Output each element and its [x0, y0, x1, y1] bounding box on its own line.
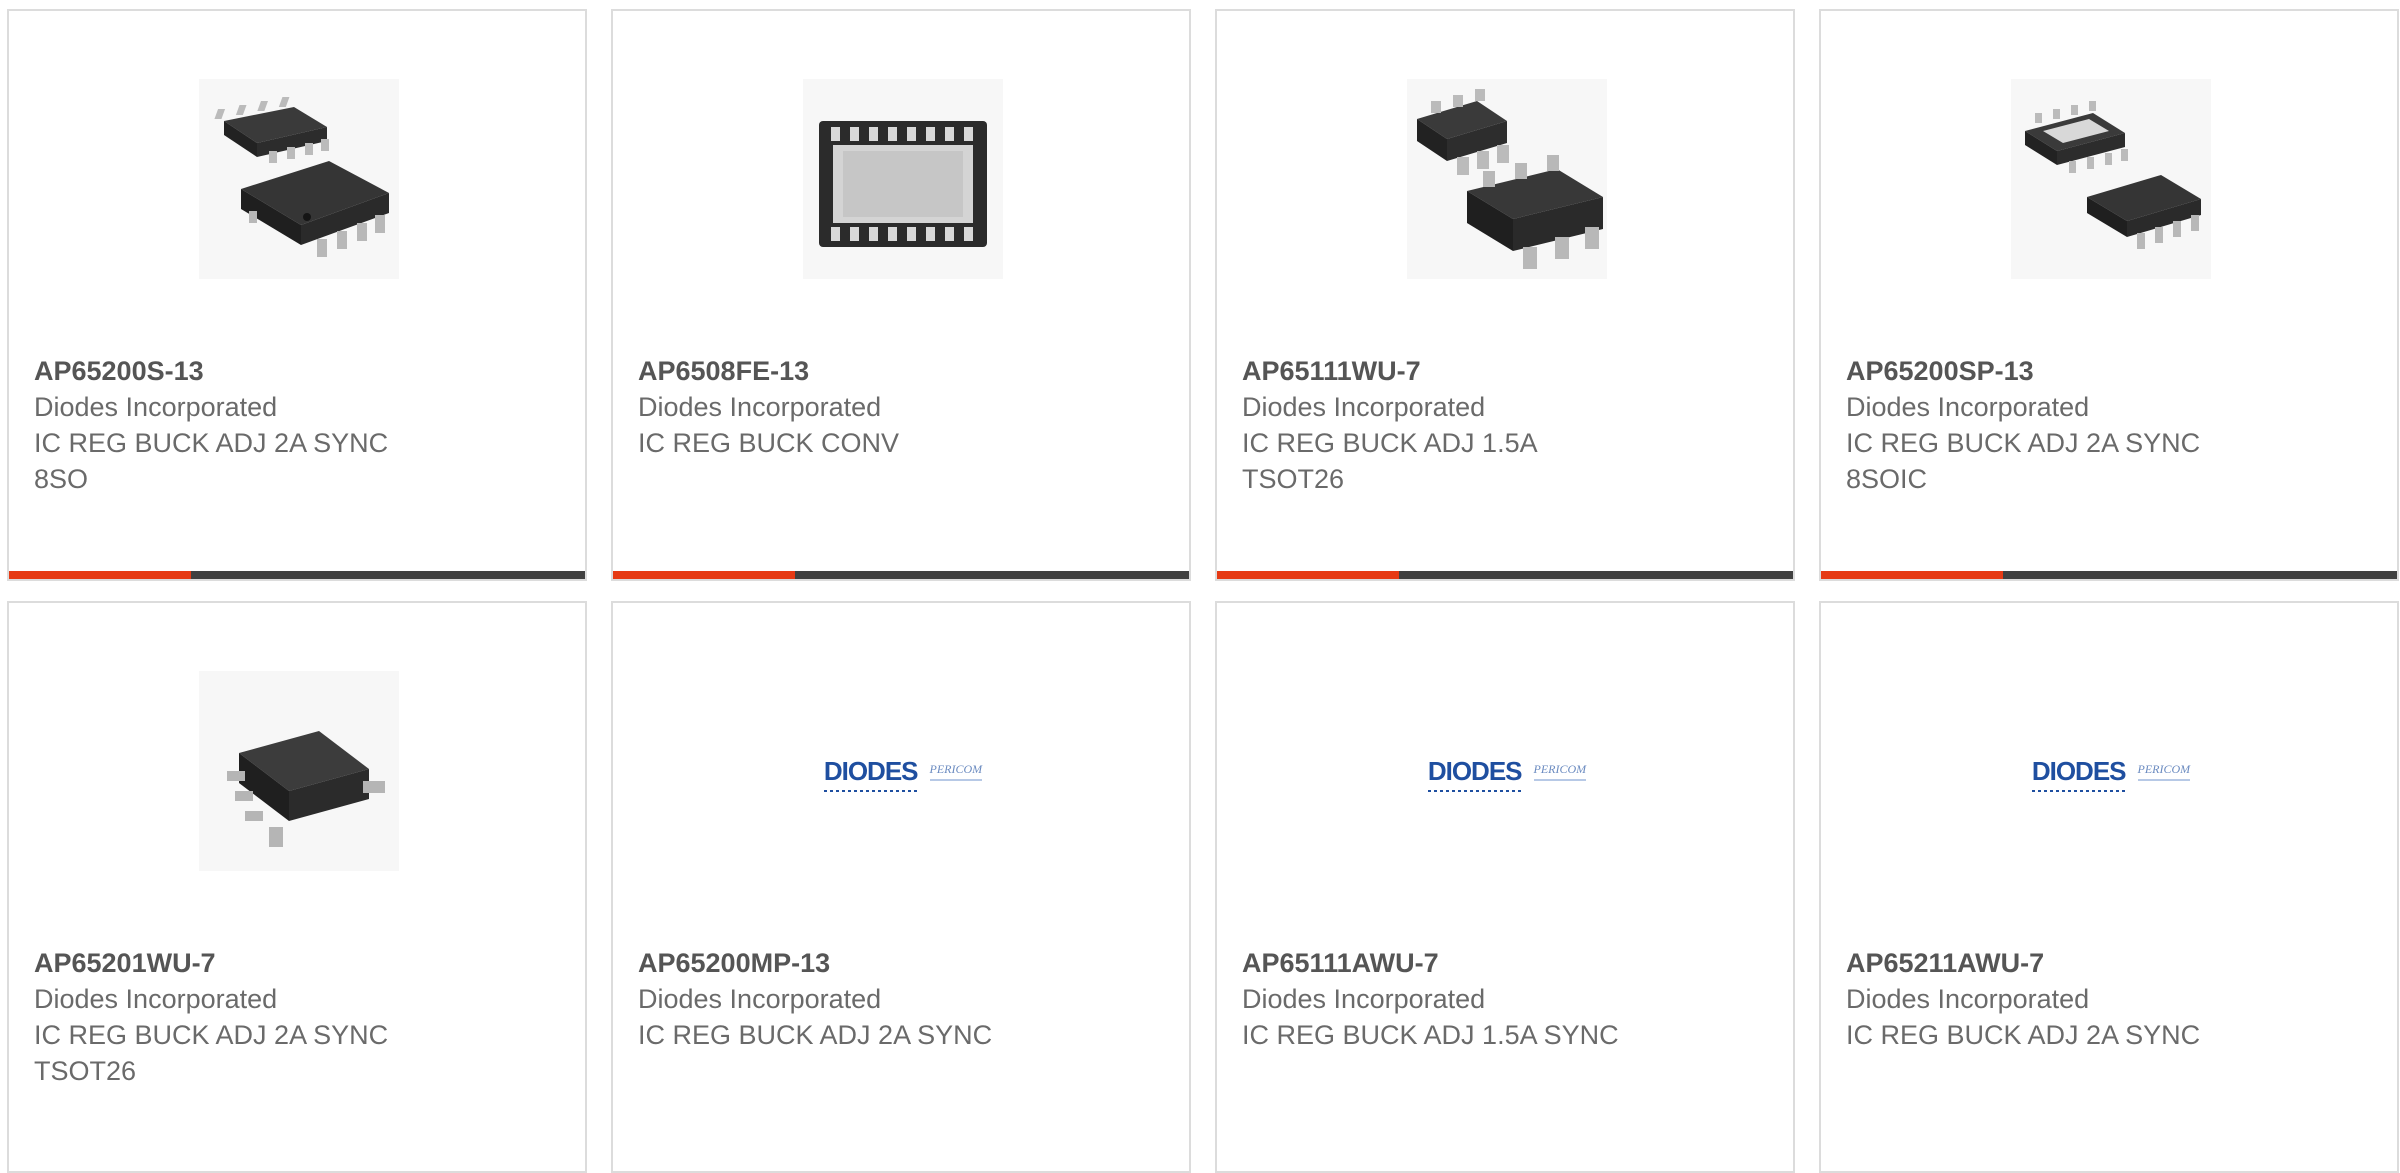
diodes-pericom-logo: DIODES PERICOM — [2011, 671, 2211, 871]
product-info: AP65201WU-7 Diodes Incorporated IC REG B… — [34, 945, 414, 1089]
description-line: 8SO — [34, 464, 89, 494]
diodes-pericom-logo: DIODES PERICOM — [1407, 671, 1607, 871]
tsot26-pair-image — [1407, 79, 1607, 279]
part-number[interactable]: AP65211AWU-7 — [1846, 945, 2226, 981]
description-line: TSOT26 — [34, 1056, 137, 1086]
product-info: AP65200SP-13 Diodes Incorporated IC REG … — [1846, 353, 2226, 497]
part-number[interactable]: AP65200SP-13 — [1846, 353, 2226, 389]
manufacturer: Diodes Incorporated — [638, 392, 882, 422]
manufacturer: Diodes Incorporated — [34, 984, 278, 1014]
part-number[interactable]: AP65200S-13 — [34, 353, 414, 389]
dfn-package-image — [803, 79, 1003, 279]
manufacturer: Diodes Incorporated — [34, 392, 278, 422]
product-card[interactable]: AP6508FE-13 Diodes Incorporated IC REG B… — [611, 9, 1191, 581]
part-number[interactable]: AP6508FE-13 — [638, 353, 1018, 389]
product-card[interactable]: AP65200SP-13 Diodes Incorporated IC REG … — [1819, 9, 2399, 581]
product-info: AP65111WU-7 Diodes Incorporated IC REG B… — [1242, 353, 1622, 497]
card-bar — [613, 571, 1189, 579]
product-info: AP65200S-13 Diodes Incorporated IC REG B… — [34, 353, 414, 497]
product-card[interactable]: AP65201WU-7 Diodes Incorporated IC REG B… — [7, 601, 587, 1173]
description-line: IC REG BUCK ADJ 2A SYNC — [1846, 1020, 2201, 1050]
manufacturer: Diodes Incorporated — [1242, 984, 1486, 1014]
tsot26-image — [199, 671, 399, 871]
manufacturer: Diodes Incorporated — [1846, 392, 2090, 422]
part-number[interactable]: AP65201WU-7 — [34, 945, 414, 981]
logo-sub: PERICOM — [929, 762, 983, 781]
product-card[interactable]: AP65200S-13 Diodes Incorporated IC REG B… — [7, 9, 587, 581]
product-info: AP65111AWU-7 Diodes Incorporated IC REG … — [1242, 945, 1622, 1053]
manufacturer: Diodes Incorporated — [1242, 392, 1486, 422]
product-grid: AP65200S-13 Diodes Incorporated IC REG B… — [7, 9, 2400, 1173]
description-line: IC REG BUCK ADJ 1.5A TSOT26 — [1242, 428, 1537, 494]
manufacturer: Diodes Incorporated — [638, 984, 882, 1014]
soic8-pad-image — [2011, 79, 2211, 279]
logo-sub: PERICOM — [1533, 762, 1587, 781]
card-bar-accent — [9, 571, 191, 579]
so8-package-image — [199, 79, 399, 279]
part-number[interactable]: AP65111AWU-7 — [1242, 945, 1622, 981]
logo-brand: DIODES — [2031, 755, 2127, 792]
manufacturer: Diodes Incorporated — [1846, 984, 2090, 1014]
description-line: 8SOIC — [1846, 464, 1928, 494]
product-card[interactable]: DIODES PERICOM AP65200MP-13 Diodes Incor… — [611, 601, 1191, 1173]
card-bar — [1217, 571, 1793, 579]
card-bar — [9, 571, 585, 579]
logo-sub: PERICOM — [2137, 762, 2191, 781]
brand-logo: DIODES PERICOM — [823, 755, 983, 792]
description-line: IC REG BUCK ADJ 2A SYNC — [34, 1020, 389, 1050]
product-info: AP65200MP-13 Diodes Incorporated IC REG … — [638, 945, 1018, 1053]
description-line: IC REG BUCK ADJ 1.5A SYNC — [1242, 1020, 1619, 1050]
card-bar-accent — [1821, 571, 2003, 579]
product-info: AP65211AWU-7 Diodes Incorporated IC REG … — [1846, 945, 2226, 1053]
product-info: AP6508FE-13 Diodes Incorporated IC REG B… — [638, 353, 1018, 461]
diodes-pericom-logo: DIODES PERICOM — [803, 671, 1003, 871]
card-bar — [1821, 571, 2397, 579]
card-bar-accent — [1217, 571, 1399, 579]
brand-logo: DIODES PERICOM — [2031, 755, 2191, 792]
brand-logo: DIODES PERICOM — [1427, 755, 1587, 792]
description-line: IC REG BUCK ADJ 2A SYNC — [34, 428, 389, 458]
description-line: IC REG BUCK ADJ 2A SYNC — [1846, 428, 2201, 458]
logo-brand: DIODES — [823, 755, 919, 792]
product-card[interactable]: AP65111WU-7 Diodes Incorporated IC REG B… — [1215, 9, 1795, 581]
part-number[interactable]: AP65200MP-13 — [638, 945, 1018, 981]
description-line: IC REG BUCK CONV — [638, 428, 900, 458]
logo-brand: DIODES — [1427, 755, 1523, 792]
description-line: IC REG BUCK ADJ 2A SYNC — [638, 1020, 993, 1050]
part-number[interactable]: AP65111WU-7 — [1242, 353, 1622, 389]
product-card[interactable]: DIODES PERICOM AP65111AWU-7 Diodes Incor… — [1215, 601, 1795, 1173]
card-bar-accent — [613, 571, 795, 579]
product-card[interactable]: DIODES PERICOM AP65211AWU-7 Diodes Incor… — [1819, 601, 2399, 1173]
